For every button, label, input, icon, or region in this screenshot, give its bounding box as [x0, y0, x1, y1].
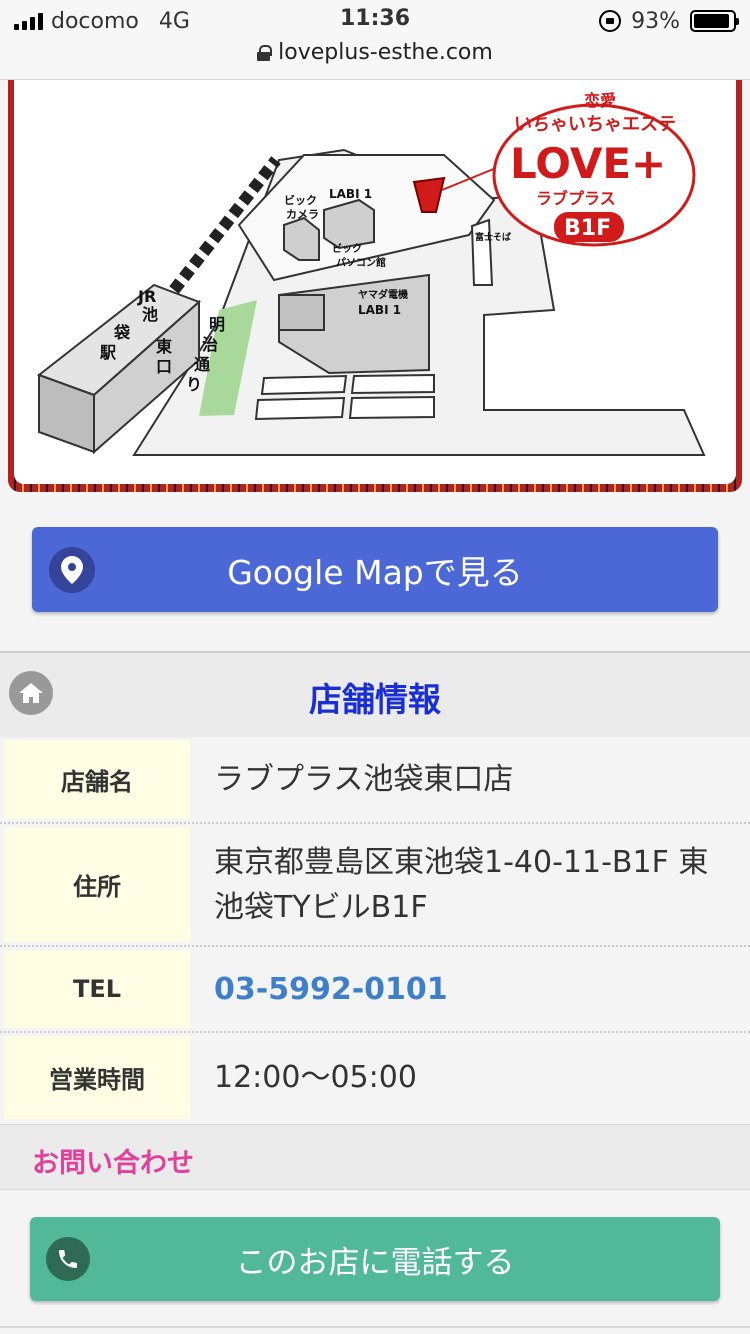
inquiry-header: お問い合わせ [0, 1124, 750, 1190]
map-frame: 恋愛 いちゃいちゃエステ LOVE+ ラブプラス B1F ビック カメラ LAB… [8, 80, 742, 492]
label-ike: 池 [142, 305, 158, 324]
logo-main: LOVE+ [510, 139, 666, 188]
label-bukuro: 袋 [113, 323, 131, 342]
label-bic-pc: ビック [332, 242, 362, 255]
label-bic-pc-2: パソコン館 [336, 256, 386, 269]
label-yamada: ヤマダ電機 [358, 288, 408, 301]
status-right: 93% [599, 8, 739, 34]
map-illustration: 恋愛 いちゃいちゃエステ LOVE+ ラブプラス B1F ビック カメラ LAB… [36, 91, 706, 456]
label-guchi: 口 [156, 357, 172, 376]
row-value-hours: 12:00〜05:00 [214, 1060, 417, 1095]
access-map: 恋愛 いちゃいちゃエステ LOVE+ ラブプラス B1F ビック カメラ LAB… [14, 80, 736, 484]
row-value-shop-name: ラブプラス池袋東口店 [214, 762, 514, 797]
row-label-tel: TEL [4, 950, 190, 1028]
padlock-icon [257, 44, 273, 61]
url-text: loveplus-esthe.com [278, 40, 493, 65]
call-shop-button[interactable]: このお店に電話する [30, 1217, 720, 1301]
call-shop-button-label: このお店に電話する [235, 1244, 515, 1281]
logo-tagline: いちゃいちゃエステ [514, 114, 676, 135]
row-value-address: 東京都豊島区東池袋1-40-11-B1F 東池袋TYビルB1F [214, 844, 709, 925]
google-map-button[interactable]: Google Mapで見る [32, 527, 718, 612]
label-bic-camera: ビック [284, 193, 317, 207]
label-dori: 通 [194, 355, 210, 374]
battery-icon [690, 10, 739, 32]
shop-info-title: 店舗情報 [309, 680, 441, 719]
label-jr: JR [137, 287, 156, 306]
table-row: 住所 東京都豊島区東池袋1-40-11-B1F 東池袋TYビルB1F [0, 824, 750, 947]
logo-top-text: 恋愛 [584, 91, 616, 110]
address-bar[interactable]: loveplus-esthe.com [0, 40, 750, 65]
shop-info-header: 店舗情報 [0, 651, 750, 737]
battery-percent: 93% [631, 8, 680, 34]
table-row: 営業時間 12:00〜05:00 [0, 1033, 750, 1122]
phone-number-link[interactable]: 03-5992-0101 [190, 947, 750, 1031]
labi1-building [323, 198, 375, 250]
row-label-address: 住所 [4, 827, 190, 942]
status-bar: docomo 4G 11:36 93% loveplus-esthe.com [0, 0, 750, 80]
row-label-shop-name: 店舗名 [4, 740, 190, 819]
divider [0, 1326, 750, 1328]
phone-icon [46, 1237, 90, 1281]
logo-floor: B1F [564, 216, 611, 241]
row-label-hours: 営業時間 [4, 1036, 190, 1119]
logo-kana: ラブプラス [536, 189, 616, 208]
yamada-annex [278, 294, 325, 331]
label-labi1-top: LABI 1 [329, 187, 372, 201]
google-map-button-label: Google Mapで見る [227, 552, 523, 592]
inquiry-title: お問い合わせ [32, 1148, 194, 1179]
shop-info-table: 店舗名 ラブプラス池袋東口店 住所 東京都豊島区東池袋1-40-11-B1F 東… [0, 737, 750, 1122]
fujisoba-building [470, 218, 494, 286]
label-yamada-2: LABI 1 [358, 303, 401, 317]
label-mei: 明 [209, 315, 225, 334]
label-fujisoba: 富士そば [475, 231, 511, 243]
label-ji: 治 [202, 335, 218, 354]
label-bic-camera-2: カメラ [286, 208, 319, 221]
map-pin-icon [49, 547, 95, 593]
table-row: 店舗名 ラブプラス池袋東口店 [0, 737, 750, 824]
label-ri: り [186, 375, 202, 394]
label-eki: 駅 [99, 343, 117, 362]
label-higashi: 東 [156, 337, 172, 356]
orientation-lock-icon [599, 10, 622, 32]
table-row: TEL 03-5992-0101 [0, 947, 750, 1033]
